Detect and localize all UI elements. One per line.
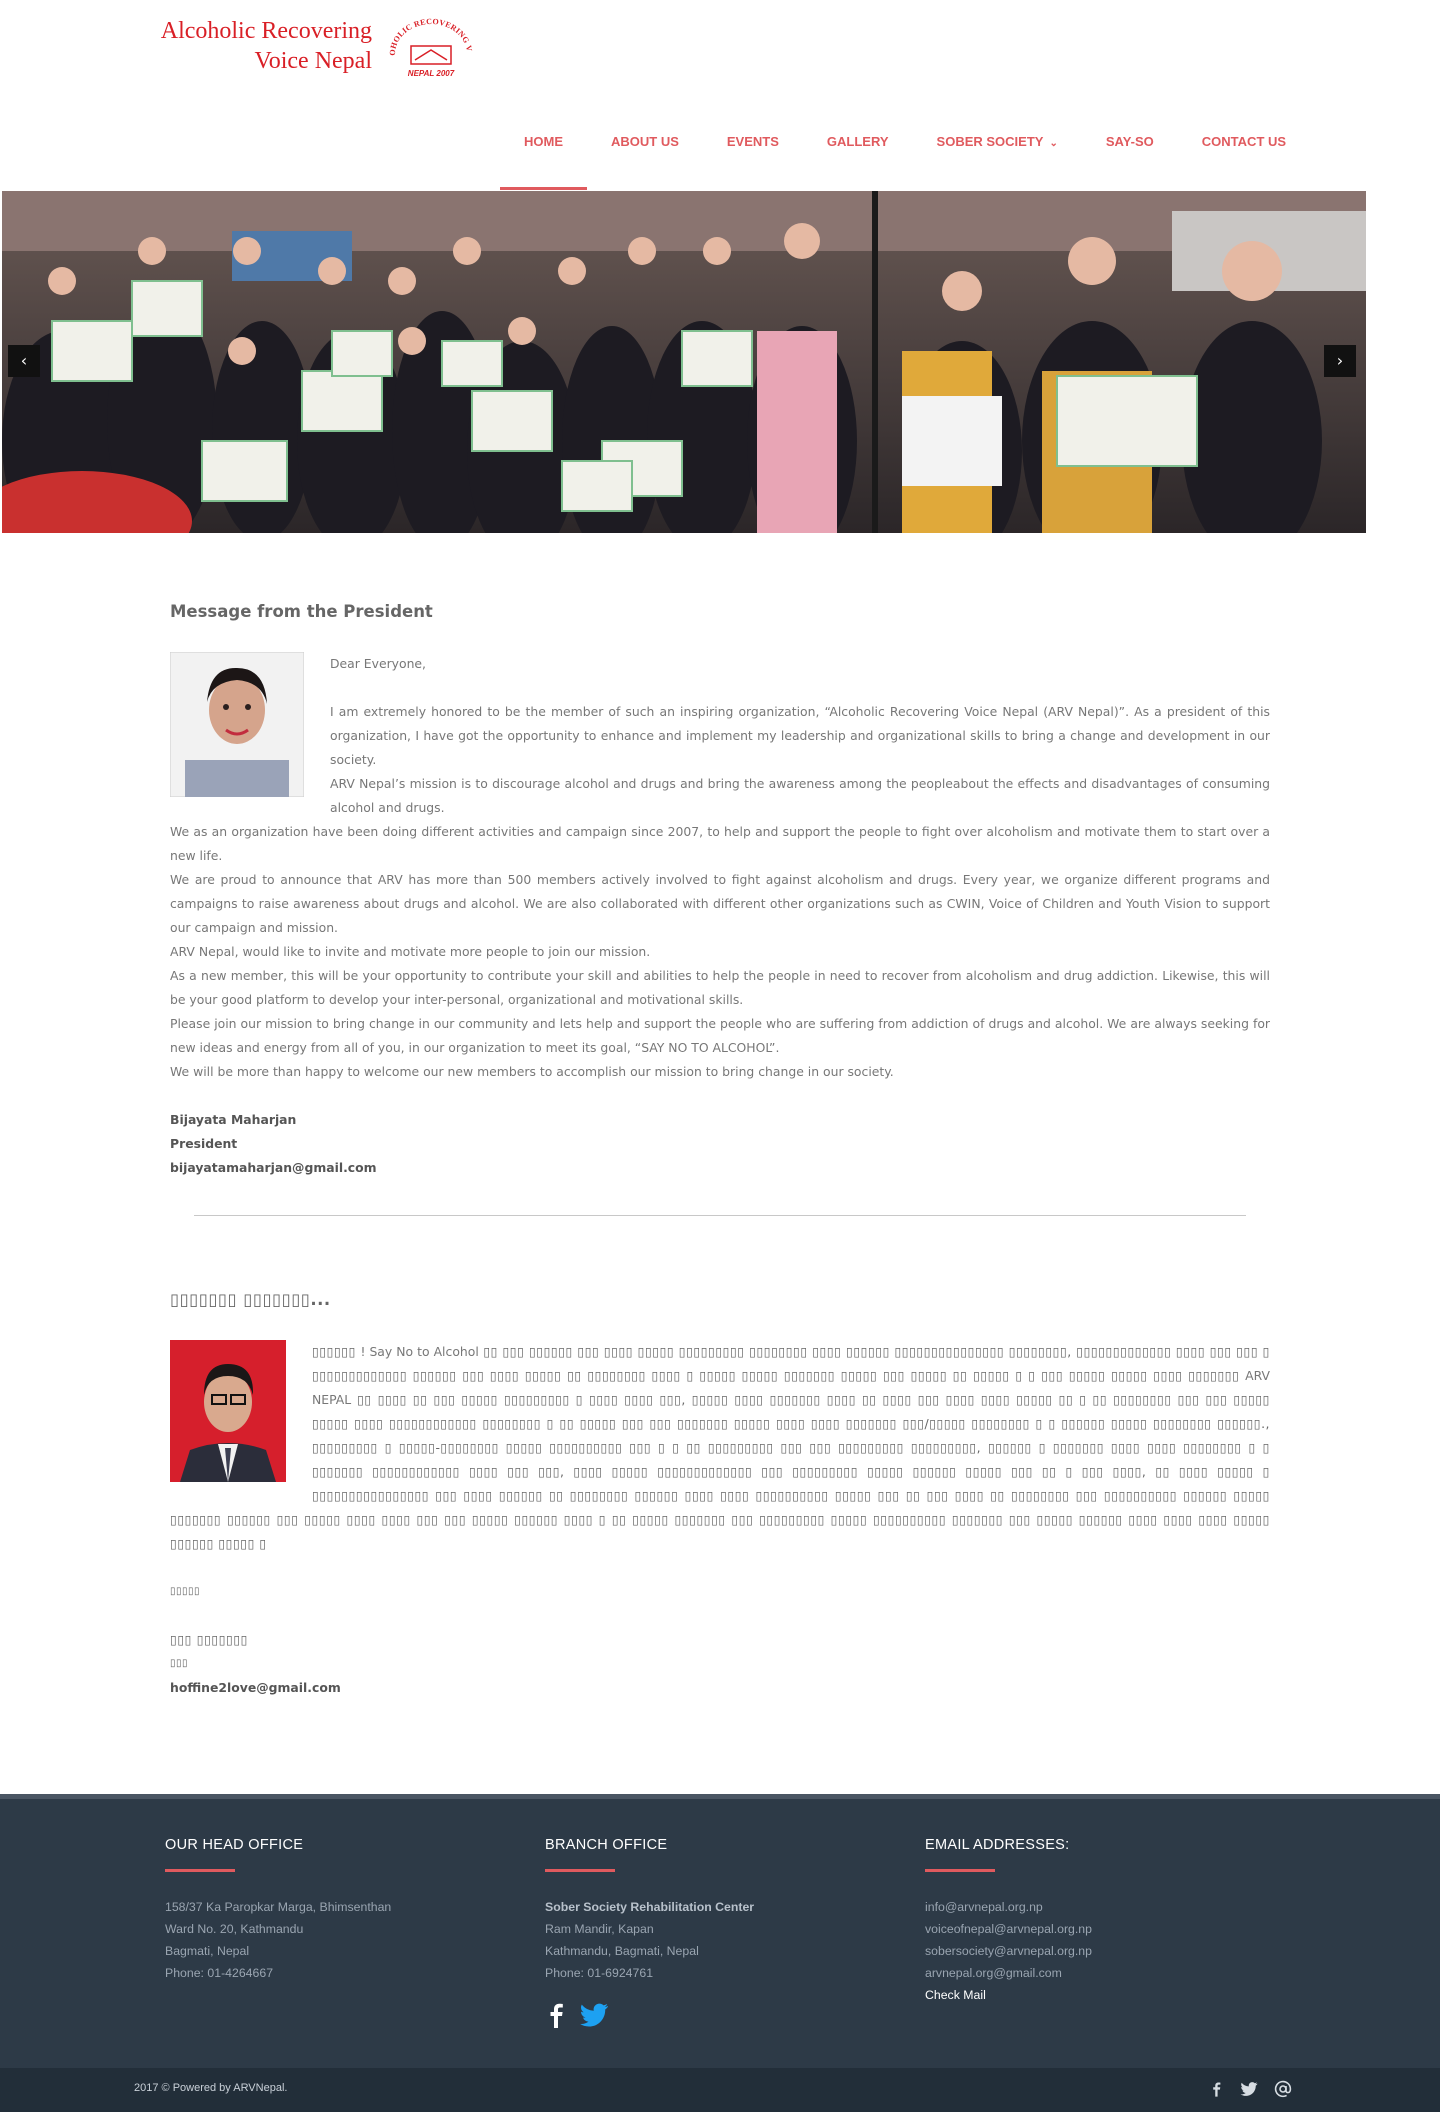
nav-gallery-label: GALLERY (826, 134, 889, 149)
member-email[interactable]: hoffine2love@gmail.com (170, 1676, 1270, 1700)
nav-say-so-label: SAY-SO (1105, 134, 1154, 149)
bottom-social-links (1210, 2080, 1292, 2098)
second-paragraph: ▯▯▯▯▯▯ ! Say No to Alcohol ▯▯ ▯▯▯ ▯▯▯▯▯▯… (170, 1340, 1270, 1556)
greeting: Dear Everyone, (330, 656, 426, 671)
president-paragraph: ARV Nepal, would like to invite and moti… (170, 944, 651, 959)
nav-events-label: EVENTS (726, 134, 779, 149)
president-message: Message from the President Dear Everyone… (170, 600, 1270, 1180)
president-name: Bijayata Maharjan (170, 1112, 297, 1127)
president-email[interactable]: bijayatamaharjan@gmail.com (170, 1156, 1270, 1180)
branch-office-name: Sober Society Rehabilitation Center (545, 1900, 755, 1914)
member-name: ▯▯▯ ▯▯▯▯▯▯▯ (170, 1632, 248, 1647)
branch-office-title: BRANCH OFFICE (545, 1837, 668, 1853)
email-link[interactable]: voiceofnepal@arvnepal.org.np (925, 1918, 1255, 1940)
site-header: Alcoholic Recovering Voice Nepal ALCOHOL… (0, 0, 1440, 190)
twitter-icon[interactable] (579, 2002, 609, 2028)
title-underline (165, 1869, 235, 1872)
head-office-phone: Phone: 01-4264667 (165, 1966, 274, 1980)
second-lead: ▯▯▯▯▯▯ (312, 1344, 356, 1359)
twitter-icon[interactable] (1240, 2080, 1258, 2098)
president-paragraph: As a new member, this will be your oppor… (170, 968, 1270, 1007)
head-office-title: OUR HEAD OFFICE (165, 1837, 304, 1853)
president-paragraph: We are proud to announce that ARV has mo… (170, 872, 1270, 935)
slider-next-button[interactable]: › (1324, 345, 1356, 377)
main-nav: HOME ABOUT US EVENTS GALLERY SOBER SOCIE… (500, 120, 1310, 190)
member-role: ▯▯▯ (170, 1658, 189, 1669)
logo-line1: Alcoholic Recovering (160, 18, 372, 44)
section-divider (194, 1215, 1246, 1216)
president-paragraph: Please join our mission to bring change … (170, 1016, 1270, 1055)
nav-about-us-label: ABOUT US (611, 134, 679, 149)
member-photo (170, 1340, 286, 1482)
president-role: President (170, 1136, 238, 1151)
head-office-region: Bagmati, Nepal (165, 1944, 250, 1958)
nav-contact-us[interactable]: CONTACT US (1178, 120, 1310, 190)
president-paragraph: We will be more than happy to welcome ou… (170, 1064, 894, 1079)
email-link[interactable]: info@arvnepal.org.np (925, 1896, 1255, 1918)
president-paragraph: I am extremely honored to be the member … (330, 704, 1270, 767)
second-body-continued: ▯▯ ▯▯▯▯ ▯▯ ▯▯▯ ▯▯▯▯▯ ▯▯▯▯▯▯▯▯▯ ▯ ▯▯▯▯ ▯▯… (170, 1392, 1270, 1551)
nav-sober-society[interactable]: SOBER SOCIETY ⌄ (913, 120, 1082, 190)
hero-slide-image (2, 191, 1366, 533)
logo-line2: Voice Nepal (254, 48, 372, 74)
president-section-title: Message from the President (170, 602, 433, 621)
second-message: ▯▯▯▯▯▯▯ ▯▯▯▯▯▯▯... ▯▯▯▯▯▯ ! Say No to Al… (170, 1288, 1270, 1700)
head-office-ward: Ward No. 20, Kathmandu (165, 1922, 304, 1936)
nav-about-us[interactable]: ABOUT US (587, 120, 703, 190)
logo-text: Alcoholic Recovering Voice Nepal (150, 16, 372, 76)
site-logo[interactable]: Alcoholic Recovering Voice Nepal ALCOHOL… (150, 16, 480, 82)
branch-office-address: Ram Mandir, Kapan (545, 1922, 654, 1936)
slider-prev-button[interactable]: ‹ (8, 345, 40, 377)
nav-sober-society-label: SOBER SOCIETY (936, 134, 1044, 149)
president-paragraph: ARV Nepal’s mission is to discourage alc… (330, 776, 1270, 815)
facebook-icon[interactable] (1210, 2080, 1224, 2098)
emails-title: EMAIL ADDRESSES: (925, 1837, 1070, 1853)
email-link[interactable]: sobersociety@arvnepal.org.np (925, 1940, 1255, 1962)
say-no-text: ! Say No to Alcohol (360, 1344, 479, 1359)
logo-seal-icon: ALCOHOLIC RECOVERING VOICE NEPAL 2007 (385, 18, 474, 78)
nav-home[interactable]: HOME (500, 120, 587, 190)
footer-bottom-bar: 2017 © Powered by ARVNepal. (0, 2068, 1440, 2112)
email-link[interactable]: arvnepal.org@gmail.com (925, 1962, 1255, 1984)
check-mail-link[interactable]: Check Mail (925, 1984, 1255, 2006)
svg-text:NEPAL 2007: NEPAL 2007 (408, 69, 455, 78)
chevron-left-icon: ‹ (20, 351, 28, 370)
branch-office-region: Kathmandu, Bagmati, Nepal (545, 1944, 699, 1958)
emails-column: EMAIL ADDRESSES: info@arvnepal.org.np vo… (925, 1835, 1255, 2006)
nav-events[interactable]: EVENTS (703, 120, 803, 190)
hero-slider[interactable]: ‹ › (2, 191, 1366, 533)
main-content: Message from the President Dear Everyone… (170, 600, 1270, 1700)
head-office-column: OUR HEAD OFFICE 158/37 Ka Paropkar Marga… (165, 1835, 495, 1984)
site-footer: OUR HEAD OFFICE 158/37 Ka Paropkar Marga… (0, 1794, 1440, 2068)
head-office-address: 158/37 Ka Paropkar Marga, Bhimsenthan (165, 1900, 392, 1914)
president-photo (170, 652, 304, 797)
chevron-down-icon: ⌄ (1049, 138, 1058, 149)
title-underline (925, 1869, 995, 1872)
branch-office-phone: Phone: 01-6924761 (545, 1966, 654, 1980)
nav-home-label: HOME (524, 134, 563, 149)
title-underline (545, 1869, 615, 1872)
email-icon[interactable] (1274, 2080, 1292, 2098)
branch-office-column: BRANCH OFFICE Sober Society Rehabilitati… (545, 1835, 875, 2028)
copyright-text: 2017 © Powered by ARVNepal. (134, 2082, 288, 2094)
facebook-icon[interactable] (545, 2002, 569, 2028)
second-closing: ▯▯▯▯▯ (170, 1586, 201, 1597)
president-paragraph: We as an organization have been doing di… (170, 824, 1270, 863)
second-section-title: ▯▯▯▯▯▯▯ ▯▯▯▯▯▯▯... (170, 1290, 331, 1309)
nav-gallery[interactable]: GALLERY (803, 120, 913, 190)
chevron-right-icon: › (1336, 351, 1344, 370)
nav-say-so[interactable]: SAY-SO (1082, 120, 1178, 190)
branch-social-links (545, 2002, 875, 2028)
nav-contact-us-label: CONTACT US (1201, 134, 1287, 149)
